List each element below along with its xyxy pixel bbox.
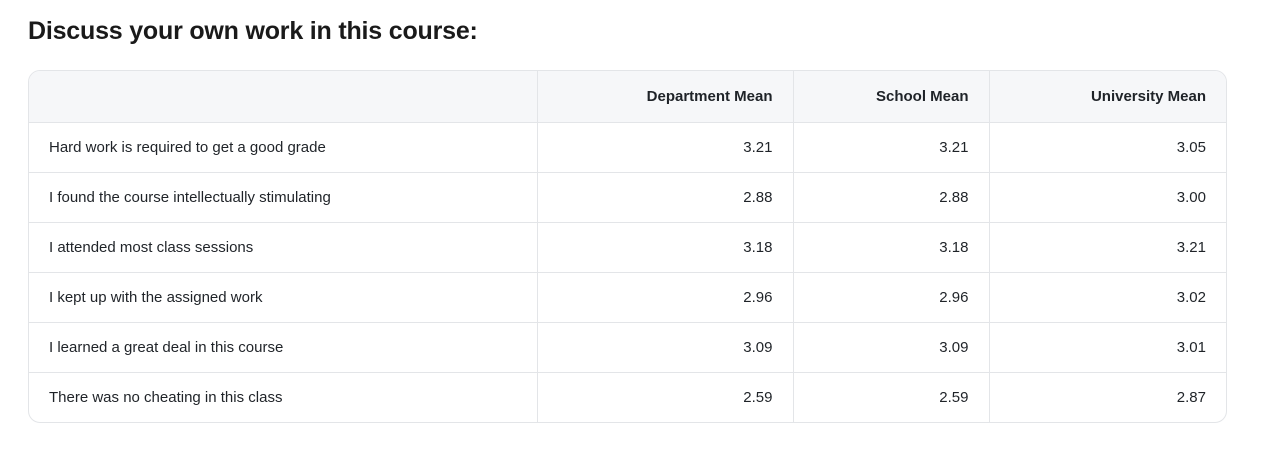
- school-mean-cell: 3.21: [792, 122, 989, 172]
- table-row: There was no cheating in this class 2.59…: [29, 371, 1226, 422]
- school-mean-cell: 3.09: [792, 321, 989, 372]
- row-question-label: Hard work is required to get a good grad…: [49, 138, 326, 156]
- row-question-label: I kept up with the assigned work: [29, 271, 537, 322]
- header-question: [29, 71, 537, 123]
- department-mean-cell: 2.96: [536, 271, 793, 322]
- header-department-mean: Department Mean: [536, 71, 793, 123]
- means-table-container: Department Mean School Mean University M…: [28, 70, 1227, 423]
- table-row: I found the course intellectually stimul…: [29, 171, 1226, 222]
- header-university-mean: University Mean: [988, 71, 1226, 123]
- section-title: Discuss your own work in this course:: [28, 17, 478, 45]
- school-mean-cell: 2.59: [792, 371, 989, 422]
- school-mean-cell: 2.96: [792, 271, 989, 322]
- row-question-label: I found the course intellectually stimul…: [29, 171, 537, 222]
- university-mean-cell: 3.02: [988, 271, 1226, 322]
- school-mean-cell: 3.18: [792, 221, 989, 272]
- university-mean-cell: 3.21: [988, 221, 1226, 272]
- school-mean-cell: 2.88: [792, 171, 989, 222]
- row-question-label: I attended most class sessions: [29, 221, 537, 272]
- table-row: I kept up with the assigned work 2.96 2.…: [29, 271, 1226, 322]
- department-mean-cell: 3.09: [536, 321, 793, 372]
- department-mean-cell: 3.21: [536, 122, 793, 172]
- means-table: Department Mean School Mean University M…: [29, 71, 1226, 422]
- table-row: I learned a great deal in this course 3.…: [29, 321, 1226, 372]
- table-row: Hard work is required to get a good grad…: [29, 122, 1226, 172]
- table-row: I attended most class sessions 3.18 3.18…: [29, 221, 1226, 272]
- row-question-label: There was no cheating in this class: [29, 371, 537, 422]
- university-mean-cell: 3.01: [988, 321, 1226, 372]
- university-mean-cell: 2.87: [988, 371, 1226, 422]
- department-mean-cell: 3.18: [536, 221, 793, 272]
- university-mean-cell: 3.00: [988, 171, 1226, 222]
- department-mean-cell: 2.88: [536, 171, 793, 222]
- department-mean-cell: 2.59: [536, 371, 793, 422]
- header-school-mean: School Mean: [792, 71, 989, 123]
- university-mean-cell: 3.05: [988, 122, 1226, 172]
- row-question-label: I learned a great deal in this course: [29, 321, 537, 372]
- table-header-row: Department Mean School Mean University M…: [29, 71, 1226, 123]
